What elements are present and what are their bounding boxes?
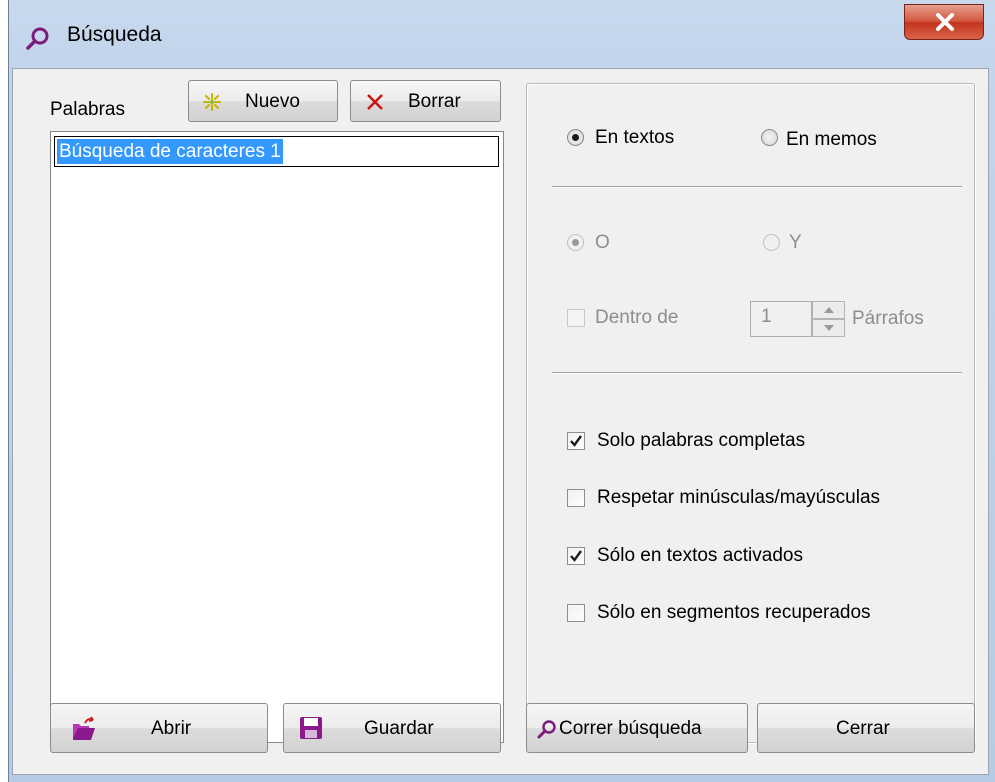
- in-texts-label[interactable]: En textos: [595, 127, 674, 149]
- or-label: O: [595, 232, 610, 253]
- spin-down-button[interactable]: [812, 319, 845, 337]
- close-window-button[interactable]: [904, 4, 984, 40]
- list-item[interactable]: Búsqueda de caracteres 1: [54, 136, 499, 167]
- magnifier-icon: [537, 719, 557, 745]
- in-memos-label[interactable]: En memos: [786, 129, 877, 151]
- separator-scope: [552, 186, 962, 188]
- close-icon: [936, 13, 954, 31]
- open-button-label: Abrir: [151, 718, 192, 739]
- in-memos-radio[interactable]: [761, 129, 778, 146]
- window-title: Búsqueda: [67, 23, 162, 46]
- chevron-down-icon: [824, 325, 834, 331]
- checkmark-icon: [570, 435, 582, 447]
- paragraphs-count-input[interactable]: 1: [750, 301, 812, 337]
- within-checkbox[interactable]: [567, 309, 585, 327]
- save-button-label: Guardar: [364, 718, 434, 739]
- sparkle-icon: [203, 93, 221, 117]
- within-label: Dentro de: [595, 307, 679, 328]
- save-button[interactable]: Guardar: [283, 703, 501, 753]
- separator-logic: [552, 372, 962, 374]
- run-search-button-label: Correr búsqueda: [559, 718, 702, 739]
- chevron-up-icon: [824, 307, 834, 313]
- new-button[interactable]: Nuevo: [188, 80, 338, 122]
- search-dialog-window: Búsqueda Palabras Nuevo Borrar Búsqueda …: [8, 0, 995, 782]
- and-radio[interactable]: [763, 234, 780, 251]
- x-icon: [366, 93, 384, 117]
- active-texts-label[interactable]: Sólo en textos activados: [597, 545, 803, 567]
- whole-words-checkbox[interactable]: [567, 432, 585, 450]
- open-folder-icon: [71, 716, 97, 748]
- options-groupbox: [526, 83, 975, 743]
- close-button-label: Cerrar: [836, 718, 890, 739]
- or-radio[interactable]: [567, 234, 584, 251]
- match-case-checkbox[interactable]: [567, 489, 585, 507]
- close-button[interactable]: Cerrar: [757, 703, 975, 753]
- active-texts-checkbox[interactable]: [567, 547, 585, 565]
- words-label: Palabras: [50, 99, 125, 120]
- magnifier-icon: [25, 26, 51, 52]
- list-item-text[interactable]: Búsqueda de caracteres 1: [57, 139, 283, 164]
- retrieved-segments-label[interactable]: Sólo en segmentos recuperados: [597, 602, 871, 624]
- paragraphs-label: Párrafos: [852, 308, 924, 329]
- run-search-button[interactable]: Correr búsqueda: [526, 703, 748, 753]
- in-texts-radio[interactable]: [567, 129, 584, 146]
- new-button-label: Nuevo: [245, 91, 300, 112]
- and-label: Y: [789, 232, 802, 253]
- match-case-label[interactable]: Respetar minúsculas/mayúsculas: [597, 487, 880, 509]
- delete-button[interactable]: Borrar: [350, 80, 501, 122]
- retrieved-segments-checkbox[interactable]: [567, 604, 585, 622]
- spin-up-button[interactable]: [812, 301, 845, 319]
- title-bar[interactable]: Búsqueda: [9, 0, 995, 68]
- words-listbox[interactable]: Búsqueda de caracteres 1: [50, 131, 504, 743]
- delete-button-label: Borrar: [408, 91, 461, 112]
- checkmark-icon: [570, 550, 582, 562]
- whole-words-label[interactable]: Solo palabras completas: [597, 430, 805, 452]
- dialog-client-area: Palabras Nuevo Borrar Búsqueda de caract…: [12, 68, 989, 775]
- open-button[interactable]: Abrir: [50, 703, 268, 753]
- floppy-disk-icon: [299, 716, 323, 746]
